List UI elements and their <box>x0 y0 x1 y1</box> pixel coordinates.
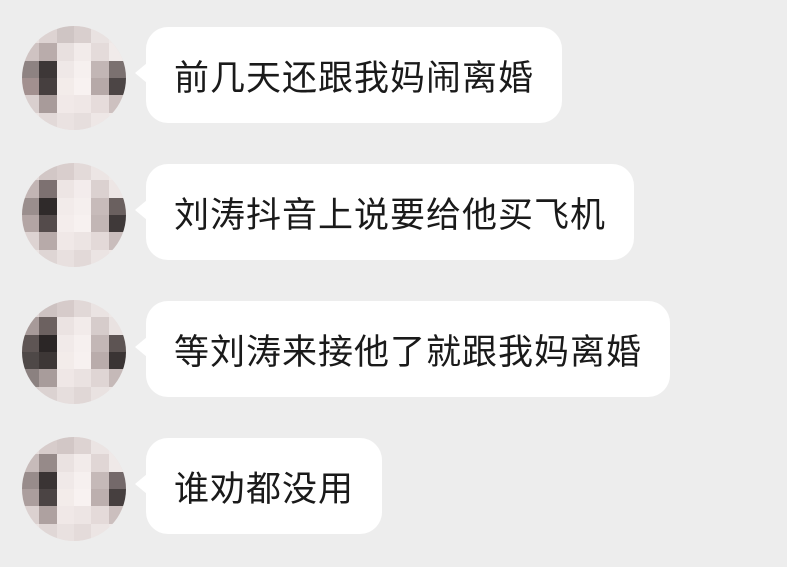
message-text: 谁劝都没用 <box>174 469 355 510</box>
sender-avatar[interactable] <box>22 163 126 267</box>
message-text: 等刘涛来接他了就跟我妈离婚 <box>174 332 643 373</box>
message-bubble[interactable]: 谁劝都没用 <box>146 438 383 534</box>
message-row: 刘涛抖音上说要给他买飞机 <box>0 160 787 270</box>
sender-avatar[interactable] <box>22 437 126 541</box>
message-bubble[interactable]: 等刘涛来接他了就跟我妈离婚 <box>146 301 671 397</box>
message-text: 刘涛抖音上说要给他买飞机 <box>174 195 607 236</box>
message-row: 谁劝都没用 <box>0 434 787 544</box>
pixelated-avatar-icon <box>22 163 126 267</box>
message-row: 前几天还跟我妈闹离婚 <box>0 23 787 133</box>
pixelated-avatar-icon <box>22 300 126 404</box>
message-row: 等刘涛来接他了就跟我妈离婚 <box>0 297 787 407</box>
chat-history: 前几天还跟我妈闹离婚 刘涛抖音上说要给他买飞机 等刘涛来接他了就跟我妈离婚 谁劝… <box>0 0 787 567</box>
pixelated-avatar-icon <box>22 437 126 541</box>
sender-avatar[interactable] <box>22 26 126 130</box>
message-bubble[interactable]: 前几天还跟我妈闹离婚 <box>146 27 563 123</box>
pixelated-avatar-icon <box>22 26 126 130</box>
message-bubble[interactable]: 刘涛抖音上说要给他买飞机 <box>146 164 635 260</box>
sender-avatar[interactable] <box>22 300 126 404</box>
message-text: 前几天还跟我妈闹离婚 <box>174 58 535 99</box>
